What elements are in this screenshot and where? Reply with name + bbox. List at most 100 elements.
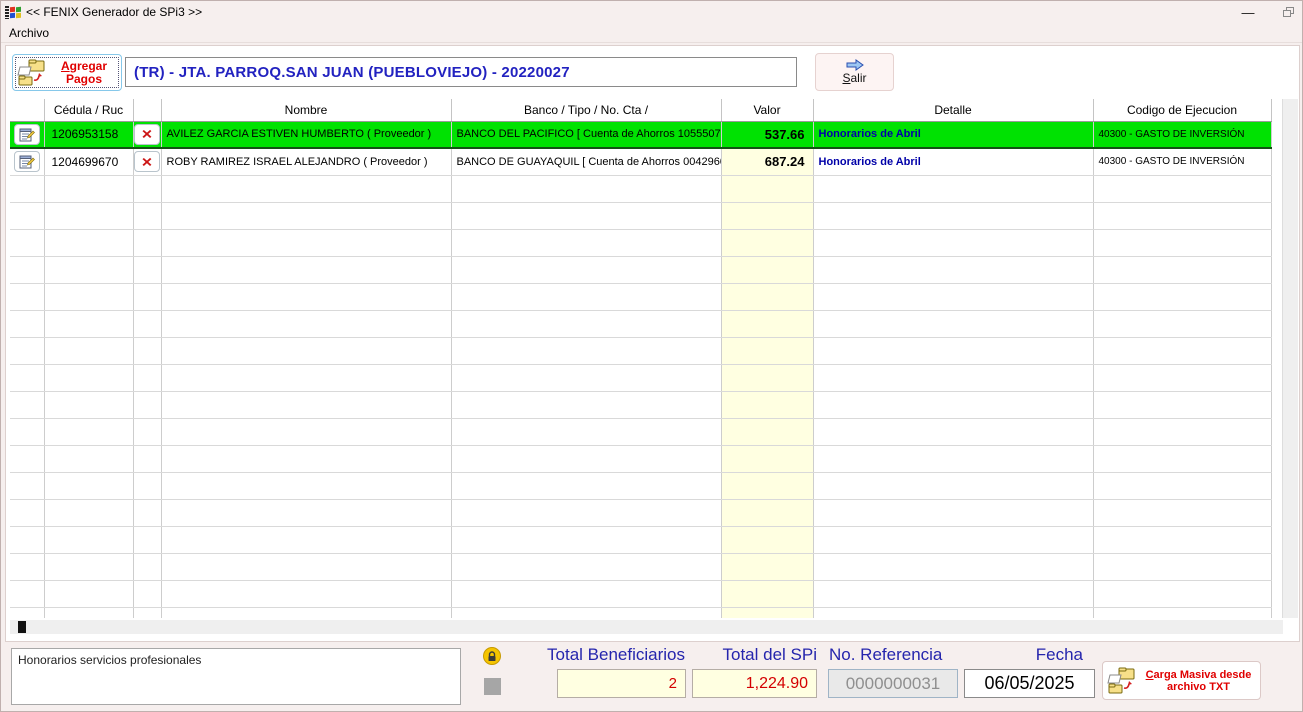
nombre-cell <box>161 310 452 338</box>
table-row[interactable] <box>10 499 1272 527</box>
edit-cell <box>10 148 45 176</box>
delete-row-button[interactable]: ✕ <box>134 123 160 145</box>
delete-cell <box>133 337 162 365</box>
delete-cell <box>133 310 162 338</box>
total-spi-field: 1,224.90 <box>692 669 817 698</box>
nombre-cell <box>161 175 452 203</box>
delete-cell <box>133 580 162 608</box>
valor-cell <box>721 175 814 203</box>
codigo-cell <box>1093 445 1272 473</box>
edit-cell <box>10 364 45 392</box>
valor-cell <box>721 364 814 392</box>
carga-masiva-button[interactable]: Carga Masiva desde archivo TXT <box>1102 661 1261 700</box>
agregar-pagos-button[interactable]: Agregar Pagos <box>12 54 122 91</box>
cedula-cell <box>44 607 134 618</box>
table-row[interactable] <box>10 283 1272 311</box>
banco-cell <box>451 472 722 500</box>
gray-square-indicator[interactable] <box>484 678 501 695</box>
entity-input[interactable]: (TR) - JTA. PARROQ.SAN JUAN (PUEBLOVIEJO… <box>125 57 797 87</box>
delete-cell <box>133 229 162 257</box>
menu-archivo[interactable]: Archivo <box>1 24 57 42</box>
table-row[interactable] <box>10 607 1272 618</box>
table-row[interactable] <box>10 580 1272 608</box>
table-row[interactable]: 1206953158 ✕ AVILEZ GARCIA ESTIVEN HUMBERT… <box>10 120 1272 149</box>
exit-arrow-icon <box>846 59 864 71</box>
codigo-cell <box>1093 175 1272 203</box>
edit-cell <box>10 337 45 365</box>
salir-button[interactable]: Salir <box>815 53 894 91</box>
table-row[interactable] <box>10 364 1272 392</box>
banco-cell: BANCO DEL PACIFICO [ Cuenta de Ahorros 1… <box>451 120 722 149</box>
nombre-cell <box>161 391 452 419</box>
table-row[interactable] <box>10 445 1272 473</box>
table-row[interactable] <box>10 526 1272 554</box>
delete-cell <box>133 472 162 500</box>
table-row[interactable] <box>10 229 1272 257</box>
nombre-cell <box>161 499 452 527</box>
banco-cell <box>451 445 722 473</box>
cedula-cell <box>44 175 134 203</box>
add-payments-folders-icon <box>17 59 45 85</box>
valor-cell <box>721 337 814 365</box>
banco-cell <box>451 310 722 338</box>
nombre-cell <box>161 418 452 446</box>
valor-cell <box>721 202 814 230</box>
table-row[interactable] <box>10 472 1272 500</box>
edit-row-button[interactable] <box>13 151 40 173</box>
delete-cell: ✕ <box>133 148 162 176</box>
table-row[interactable] <box>10 310 1272 338</box>
banco-cell <box>451 337 722 365</box>
horizontal-scrollbar-thumb[interactable] <box>18 621 26 633</box>
edit-row-button[interactable] <box>13 123 40 145</box>
total-beneficiarios-label: Total Beneficiarios <box>547 645 685 664</box>
valor-cell <box>721 418 814 446</box>
table-row[interactable] <box>10 337 1272 365</box>
edit-cell <box>10 175 45 203</box>
vertical-scrollbar[interactable] <box>1282 99 1298 618</box>
app-window: << FENIX Generador de SPi3 >> — Archivo … <box>0 0 1303 712</box>
codigo-cell <box>1093 364 1272 392</box>
banco-cell <box>451 202 722 230</box>
banco-cell <box>451 229 722 257</box>
horizontal-scrollbar[interactable] <box>10 620 1283 634</box>
nombre-cell <box>161 229 452 257</box>
edit-cell <box>10 256 45 284</box>
restore-icon[interactable] <box>1283 7 1294 17</box>
nombre-cell <box>161 526 452 554</box>
main-panel: Agregar Pagos (TR) - JTA. PARROQ.SAN JUA… <box>5 45 1300 642</box>
detalle-cell <box>813 445 1094 473</box>
table-row[interactable] <box>10 256 1272 284</box>
delete-cell <box>133 553 162 581</box>
header-cedula: Cédula / Ruc <box>44 99 134 122</box>
minimize-button[interactable]: — <box>1239 5 1257 20</box>
codigo-cell <box>1093 310 1272 338</box>
table-row[interactable] <box>10 553 1272 581</box>
header-edit-col <box>10 99 45 122</box>
carga-masiva-label: Carga Masiva desde archivo TXT <box>1145 668 1252 693</box>
cedula-cell <box>44 310 134 338</box>
delete-cell <box>133 283 162 311</box>
observaciones-textarea[interactable]: Honorarios servicios profesionales <box>11 648 461 705</box>
valor-cell <box>721 553 814 581</box>
delete-row-button[interactable]: ✕ <box>134 151 160 173</box>
detalle-cell <box>813 337 1094 365</box>
table-row[interactable] <box>10 175 1272 203</box>
table-row[interactable] <box>10 202 1272 230</box>
fecha-field[interactable]: 06/05/2025 <box>964 669 1095 698</box>
detalle-cell <box>813 364 1094 392</box>
cedula-cell <box>44 553 134 581</box>
cedula-cell <box>44 364 134 392</box>
bulk-load-folders-icon <box>1107 667 1135 693</box>
edit-cell <box>10 553 45 581</box>
edit-cell <box>10 310 45 338</box>
table-row[interactable]: 1204699670 ✕ ROBY RAMIREZ ISRAEL ALEJANDRO… <box>10 148 1272 176</box>
detalle-cell <box>813 580 1094 608</box>
table-row[interactable] <box>10 418 1272 446</box>
detalle-cell <box>813 418 1094 446</box>
cedula-cell <box>44 526 134 554</box>
delete-cell <box>133 418 162 446</box>
codigo-cell <box>1093 472 1272 500</box>
app-icon <box>5 5 21 20</box>
table-row[interactable] <box>10 391 1272 419</box>
nombre-cell <box>161 283 452 311</box>
